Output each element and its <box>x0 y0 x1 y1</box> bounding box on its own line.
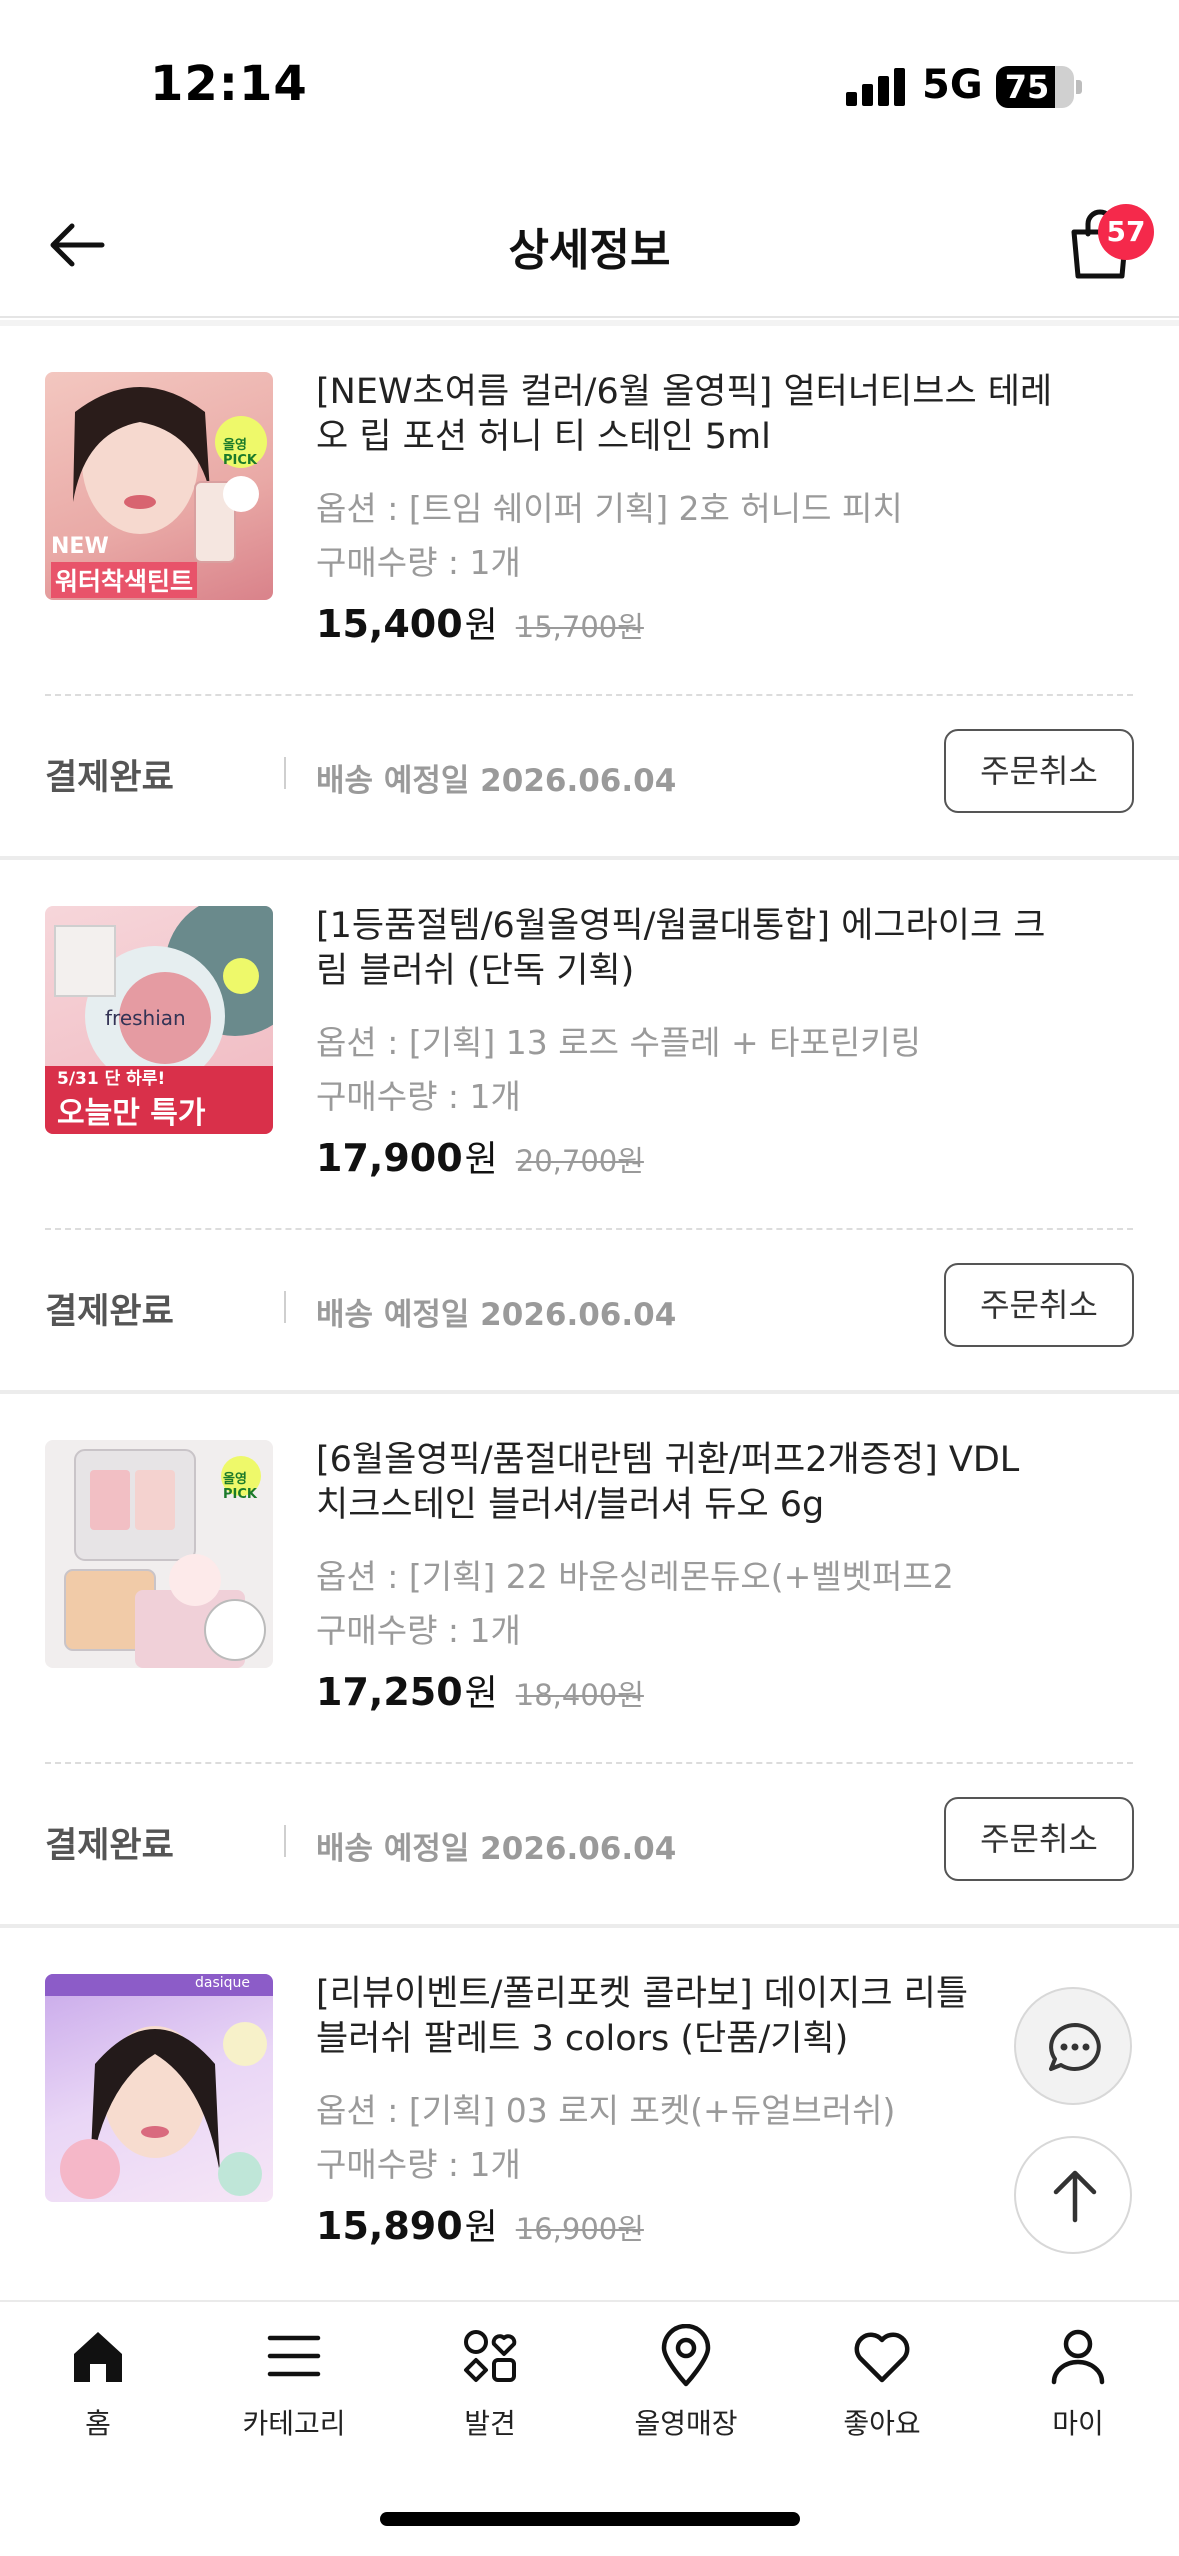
thumb-tag: 올영PICK <box>223 438 257 468</box>
product-title[interactable]: [6월올영픽/품절대란템 귀환/퍼프2개증정] VDL 치크스테인 블러셔/블러… <box>316 1438 1056 1528</box>
thumb-line2: 오늘만 특가 <box>57 1096 206 1131</box>
nav-label: 홈 <box>85 2407 111 2440</box>
original-price: 15,700원 <box>515 610 644 644</box>
header-divider <box>0 320 1179 326</box>
nav-label: 올영매장 <box>634 2407 738 2440</box>
chat-bubble-icon <box>1049 2023 1101 2071</box>
section-divider <box>0 1390 1179 1394</box>
payment-status: 결제완료 <box>45 1826 174 1866</box>
battery-level: 75 <box>1004 68 1050 106</box>
price-unit: 원 <box>464 1139 498 1180</box>
original-price: 16,900원 <box>515 2212 644 2246</box>
signal-icon <box>846 66 906 106</box>
order-status-row: 결제완료 배송 예정일 2026.06.04 주문취소 <box>0 713 1179 843</box>
product-option: 옵션 : [트임 쉐이퍼 기획] 2호 허니드 피치 <box>316 489 903 528</box>
price-unit: 원 <box>464 605 498 646</box>
nav-item-likes[interactable]: 좋아요 <box>802 2324 962 2474</box>
discover-icon <box>464 2330 517 2382</box>
network-label: 5G <box>922 62 983 108</box>
arrow-up-icon <box>1053 2170 1097 2223</box>
home-icon <box>74 2332 122 2382</box>
delivery-date: 배송 예정일 2026.06.04 <box>316 1831 677 1867</box>
header: 상세정보 57 <box>0 170 1179 318</box>
thumb-line1: 5/31 단 하루! <box>57 1069 166 1089</box>
product-price: 15,890원 16,900원 <box>316 2198 644 2250</box>
nav-label: 마이 <box>1052 2407 1104 2440</box>
page-title: 상세정보 <box>508 225 671 276</box>
original-price: 20,700원 <box>515 1144 644 1178</box>
battery-cap <box>1076 80 1082 94</box>
cancel-order-button[interactable]: 주문취소 <box>944 1263 1134 1347</box>
thumb-line1: NEW <box>51 534 109 559</box>
section-divider <box>0 856 1179 860</box>
product-title[interactable]: [리뷰이벤트/폴리포켓 콜라보] 데이지크 리틀 블러쉬 팔레트 3 color… <box>316 1972 1006 2062</box>
product-image <box>45 1974 273 2199</box>
nav-label: 카테고리 <box>242 2407 346 2440</box>
price-value: 17,900 <box>316 1136 463 1180</box>
product-price: 15,400원 15,700원 <box>316 596 644 648</box>
home-indicator <box>380 2512 800 2526</box>
product-thumbnail[interactable]: dasique <box>45 1974 273 2202</box>
product-thumbnail[interactable]: freshian 5/31 단 하루! 오늘만 특가 <box>45 906 273 1134</box>
status-separator <box>284 757 286 789</box>
nav-item-store[interactable]: 올영매장 <box>606 2324 766 2474</box>
nav-item-my[interactable]: 마이 <box>998 2324 1158 2474</box>
product-price: 17,250원 18,400원 <box>316 1664 644 1716</box>
order-status-row: 결제완료 배송 예정일 2026.06.04 주문취소 <box>0 1781 1179 1911</box>
dashed-divider <box>45 694 1133 696</box>
nav-label: 좋아요 <box>843 2407 921 2440</box>
thumb-line2: 워터착색틴트 <box>51 562 198 598</box>
delivery-date: 배송 예정일 2026.06.04 <box>316 1297 677 1333</box>
section-divider <box>0 1924 1179 1928</box>
nav-item-discover[interactable]: 발견 <box>410 2324 570 2474</box>
payment-status: 결제완료 <box>45 758 174 798</box>
price-unit: 원 <box>464 2207 498 2248</box>
status-time: 12:14 <box>150 56 308 112</box>
nav-item-home[interactable]: 홈 <box>18 2324 178 2474</box>
product-option: 옵션 : [기획] 22 바운싱레몬듀오(+벨벳퍼프2 <box>316 1557 954 1596</box>
thumb-brand: dasique <box>195 1975 251 1991</box>
nav-item-category[interactable]: 카테고리 <box>214 2324 374 2474</box>
dashed-divider <box>45 1228 1133 1230</box>
product-title[interactable]: [1등품절템/6월올영픽/웜쿨대통합] 에그라이크 크림 블러쉬 (단독 기획) <box>316 904 1056 994</box>
product-title[interactable]: [NEW초여름 컬러/6월 올영픽] 얼터너티브스 테레오 립 포션 허니 티 … <box>316 370 1056 460</box>
status-separator <box>284 1291 286 1323</box>
product-quantity: 구매수량 : 1개 <box>316 543 521 582</box>
thumb-brand: freshian <box>105 1006 186 1030</box>
battery-icon: 75 <box>996 66 1074 108</box>
original-price: 18,400원 <box>515 1678 644 1712</box>
product-thumbnail[interactable]: 올영PICK NEW 워터착색틴트 <box>45 372 273 600</box>
price-value: 15,400 <box>316 602 463 646</box>
product-option: 옵션 : [기획] 13 로즈 수플레 + 타포린키링 <box>316 1023 921 1062</box>
dashed-divider <box>45 1762 1133 1764</box>
order-status-row: 결제완료 배송 예정일 2026.06.04 주문취소 <box>0 1247 1179 1377</box>
location-pin-icon <box>661 2324 711 2387</box>
chat-button[interactable] <box>1014 1987 1132 2105</box>
cancel-order-button[interactable]: 주문취소 <box>944 729 1134 813</box>
status-separator <box>284 1825 286 1857</box>
payment-status: 결제완료 <box>45 1292 174 1332</box>
menu-icon <box>267 2335 321 2377</box>
status-bar: 12:14 5G 75 <box>0 0 1179 170</box>
scroll-top-button[interactable] <box>1014 2136 1132 2254</box>
product-thumbnail[interactable]: 올영PICK <box>45 1440 273 1668</box>
delivery-date: 배송 예정일 2026.06.04 <box>316 763 677 799</box>
thumb-tag: 올영PICK <box>223 1472 257 1502</box>
heart-icon <box>854 2332 910 2383</box>
price-unit: 원 <box>464 1673 498 1714</box>
price-value: 17,250 <box>316 1670 463 1714</box>
product-quantity: 구매수량 : 1개 <box>316 2145 521 2184</box>
cancel-order-button[interactable]: 주문취소 <box>944 1797 1134 1881</box>
price-value: 15,890 <box>316 2204 463 2248</box>
product-option: 옵션 : [기획] 03 로지 포켓(+듀얼브러쉬) <box>316 2091 896 2130</box>
product-price: 17,900원 20,700원 <box>316 1130 644 1182</box>
nav-label: 발견 <box>464 2407 516 2440</box>
product-quantity: 구매수량 : 1개 <box>316 1611 521 1650</box>
product-quantity: 구매수량 : 1개 <box>316 1077 521 1116</box>
cart-count-badge: 57 <box>1098 204 1154 260</box>
user-icon <box>1051 2329 1105 2385</box>
